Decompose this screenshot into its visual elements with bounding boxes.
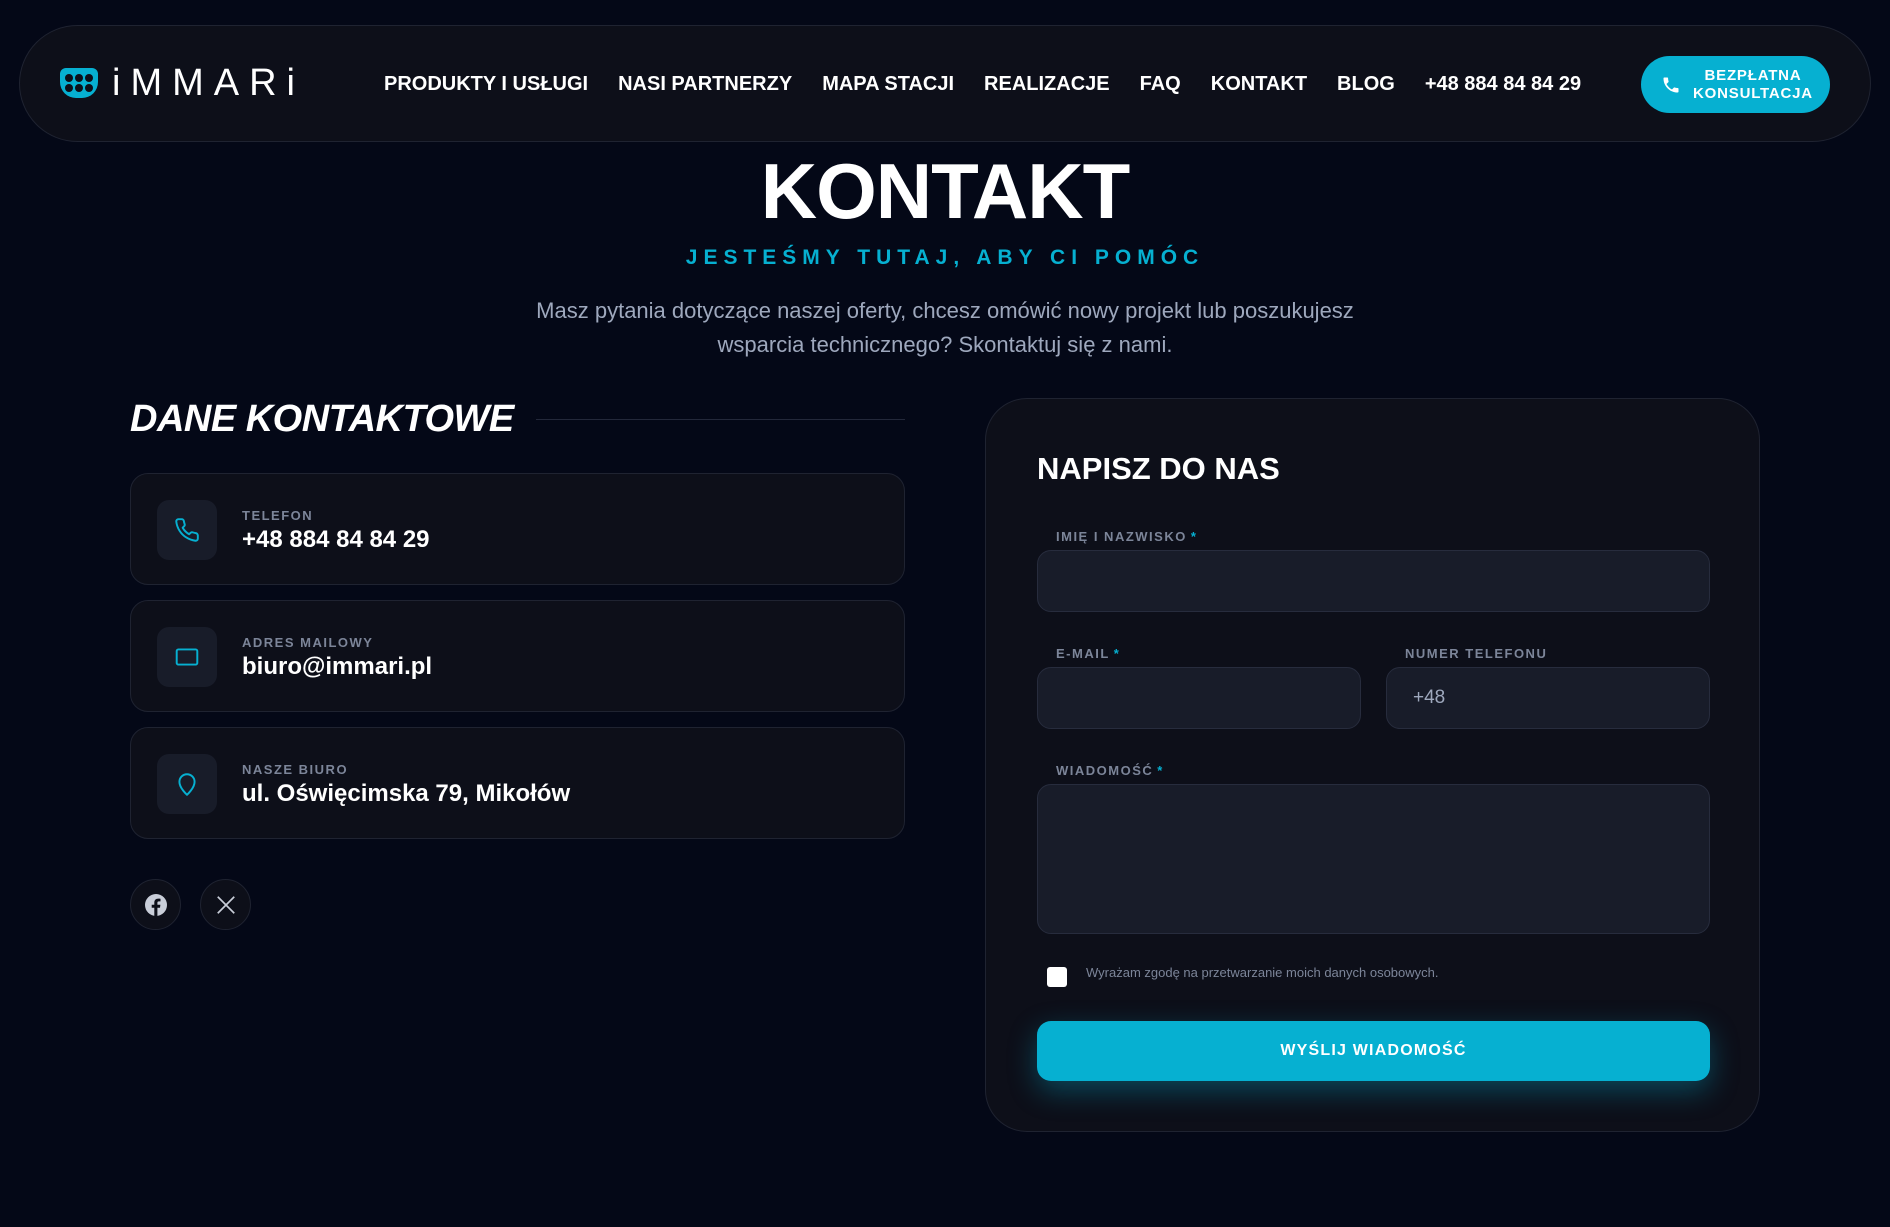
phone-input[interactable]: [1386, 667, 1710, 729]
plug-socket-icon: [60, 68, 98, 98]
nav-link-mapa-stacji[interactable]: MAPA STACJI: [822, 73, 954, 96]
nav-link-blog[interactable]: BLOG: [1337, 73, 1395, 96]
phone-icon: [157, 500, 217, 560]
page-subtitle: JESTEŚMY TUTAJ, ABY CI POMÓC: [685, 246, 1205, 269]
contact-heading: DANE KONTAKTOWE: [130, 398, 514, 440]
logo-text: iMMARi: [112, 62, 305, 104]
nav-link-phone[interactable]: +48 884 84 84 29: [1425, 73, 1581, 96]
contact-form: NAPISZ DO NAS IMIĘ I NAZWISKO * E-MAIL * N…: [985, 398, 1760, 1132]
facebook-icon: [144, 893, 167, 916]
consent-checkbox[interactable]: [1047, 967, 1067, 987]
nav-link-partnerzy[interactable]: NASI PARTNERZY: [618, 73, 792, 96]
facebook-button[interactable]: [130, 879, 181, 930]
name-input[interactable]: [1037, 550, 1710, 612]
main-nav: PRODUKTY I USŁUGI NASI PARTNERZY MAPA ST…: [384, 26, 1611, 143]
contact-card-phone[interactable]: TELEFON +48 884 84 84 29: [130, 473, 905, 585]
nav-link-produkty[interactable]: PRODUKTY I USŁUGI: [384, 73, 588, 96]
form-title: NAPISZ DO NAS: [1037, 451, 1280, 486]
phone-icon: [1663, 77, 1679, 92]
mail-icon: [157, 627, 217, 687]
x-icon: [216, 895, 235, 914]
email-input[interactable]: [1037, 667, 1361, 729]
logo[interactable]: iMMARi: [60, 64, 305, 102]
page-description: Masz pytania dotyczące naszej oferty, ch…: [536, 298, 1354, 357]
email-label: E-MAIL *: [1056, 646, 1120, 661]
message-label: WIADOMOŚĆ *: [1056, 763, 1164, 778]
name-label: IMIĘ I NAZWISKO *: [1056, 529, 1197, 544]
submit-button[interactable]: WYŚLIJ WIADOMOŚĆ: [1037, 1021, 1710, 1081]
navbar: iMMARi PRODUKTY I USŁUGI NASI PARTNERZY …: [19, 25, 1871, 142]
phone-value: +48 884 84 84 29: [242, 526, 430, 553]
page-title: KONTAKT: [760, 147, 1131, 235]
contact-page: iMMARi PRODUKTY I USŁUGI NASI PARTNERZY …: [0, 0, 1890, 1227]
map-pin-icon: [157, 754, 217, 814]
contact-section-header: DANE KONTAKTOWE: [130, 398, 905, 441]
contact-card-email[interactable]: ADRES MAILOWY biuro@immari.pl: [130, 600, 905, 712]
phone-number-label-text: NUMER TELEFONU: [1405, 646, 1548, 661]
required-mark: *: [1113, 646, 1121, 661]
free-consultation-button[interactable]: BEZPŁATNA KONSULTACJA: [1641, 56, 1830, 113]
nav-link-realizacje[interactable]: REALIZACJE: [984, 73, 1110, 96]
required-mark: *: [1157, 763, 1164, 778]
email-value: biuro@immari.pl: [242, 653, 433, 680]
cta-line-1: BEZPŁATNA: [1704, 66, 1802, 84]
nav-link-faq[interactable]: FAQ: [1140, 73, 1181, 96]
email-label-text: E-MAIL: [1056, 646, 1110, 661]
phone-label: TELEFON: [242, 508, 314, 523]
phone-number-label: NUMER TELEFONU: [1405, 646, 1547, 661]
nav-link-kontakt[interactable]: KONTAKT: [1211, 73, 1307, 96]
x-button[interactable]: [200, 879, 251, 930]
required-mark: *: [1190, 529, 1198, 544]
name-label-text: IMIĘ I NAZWISKO: [1056, 529, 1187, 544]
contact-card-address[interactable]: NASZE BIURO ul. Oświęcimska 79, Mikołów: [130, 727, 905, 839]
consent-label: Wyrażam zgodę na przetwarzanie moich dan…: [1086, 965, 1439, 980]
address-value: ul. Oświęcimska 79, Mikołów: [242, 780, 571, 807]
message-textarea[interactable]: [1037, 784, 1710, 934]
address-label: NASZE BIURO: [242, 762, 349, 777]
heading-divider: [535, 419, 905, 420]
email-label: ADRES MAILOWY: [242, 635, 374, 650]
message-label-text: WIADOMOŚĆ: [1056, 763, 1154, 778]
cta-label: BEZPŁATNA KONSULTACJA: [1693, 67, 1813, 103]
cta-line-2: KONSULTACJA: [1693, 84, 1813, 102]
